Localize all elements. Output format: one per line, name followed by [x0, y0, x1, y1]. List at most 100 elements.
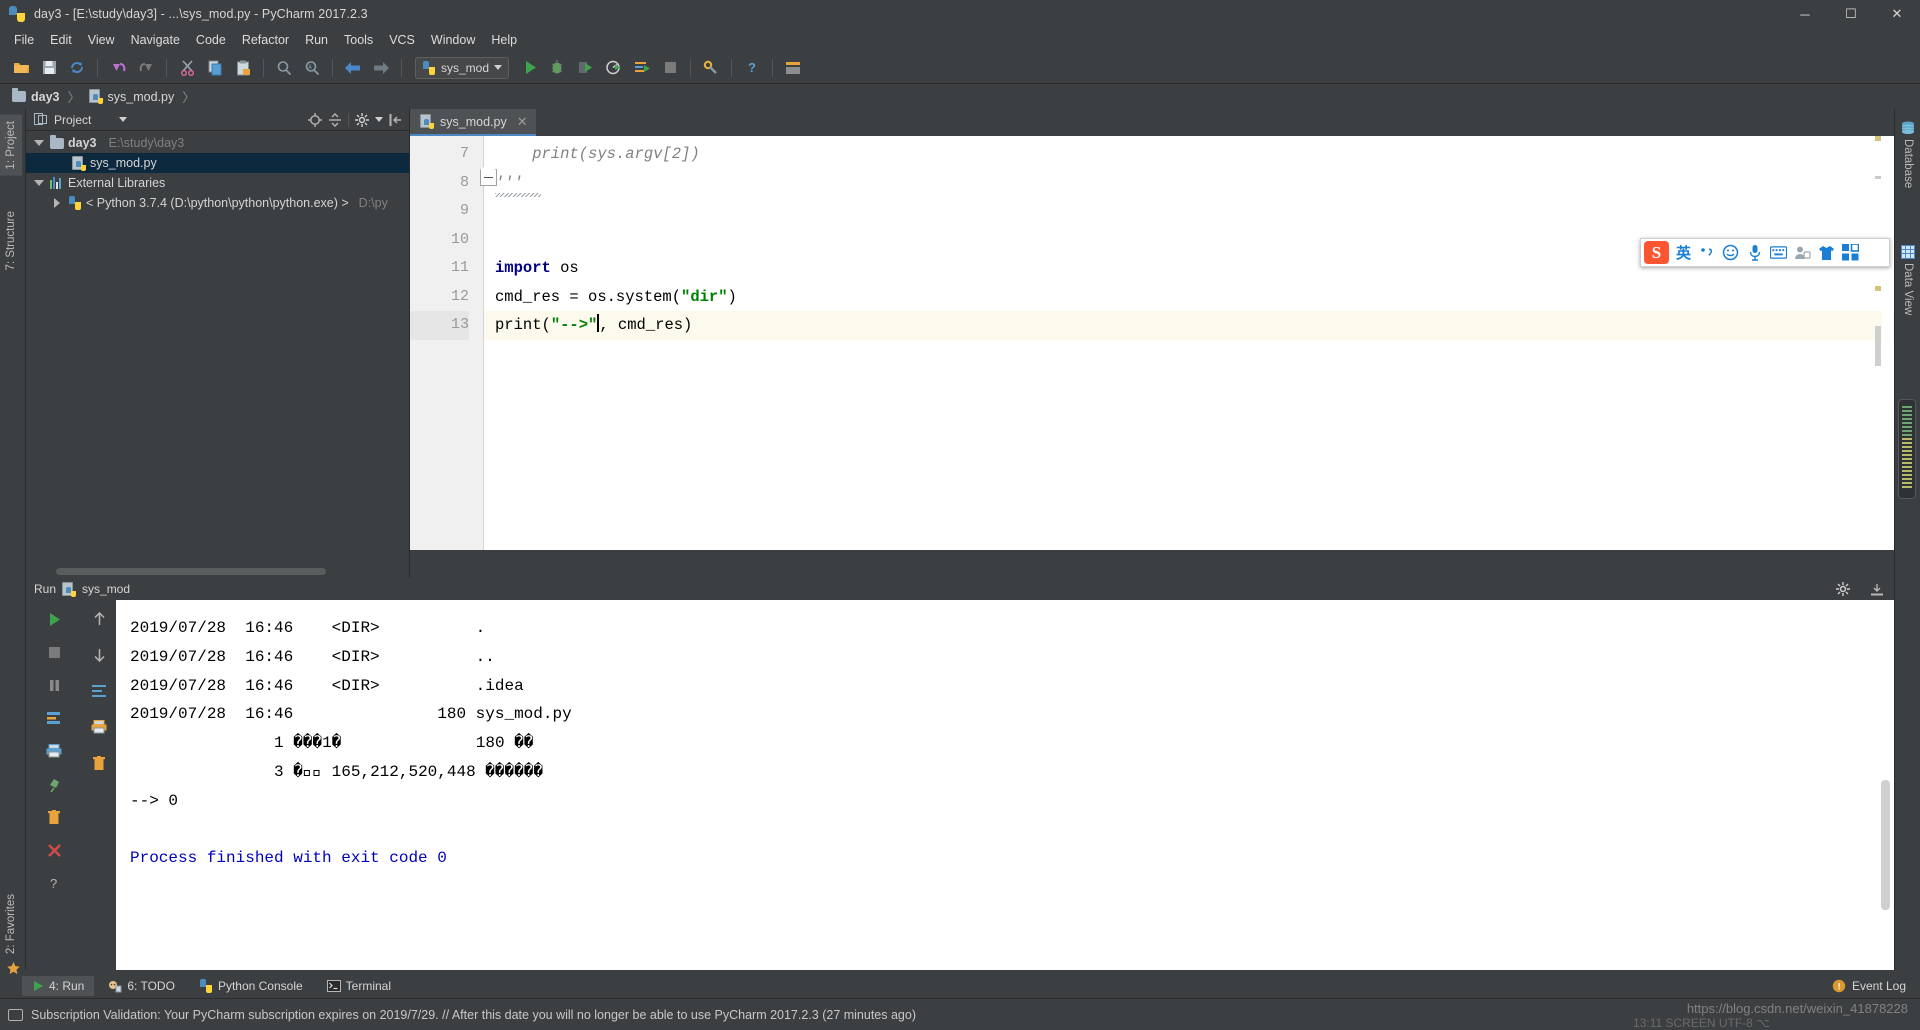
stop-icon[interactable] [657, 55, 683, 81]
soft-wrap-icon[interactable] [88, 680, 110, 702]
event-log-button[interactable]: ! Event Log [1832, 979, 1920, 993]
replace-icon[interactable]: A [299, 55, 325, 81]
menu-help[interactable]: Help [483, 30, 525, 50]
pause-icon[interactable] [43, 674, 65, 696]
breadcrumb-item-file[interactable]: sys_mod.py [85, 87, 179, 106]
menu-refactor[interactable]: Refactor [234, 30, 297, 50]
code-fold-marker[interactable] [480, 164, 497, 186]
rerun-icon[interactable] [629, 55, 655, 81]
print-icon[interactable] [43, 740, 65, 762]
print-console-icon[interactable] [88, 716, 110, 738]
close-icon[interactable]: ✕ [517, 114, 528, 130]
emoji-icon[interactable] [1722, 244, 1739, 261]
run-icon[interactable] [517, 55, 543, 81]
tree-row-sys-mod[interactable]: sys_mod.py [26, 153, 409, 173]
restart-icon[interactable] [43, 707, 65, 729]
coverage-icon[interactable] [573, 55, 599, 81]
editor-tab-sys-mod[interactable]: sys_mod.py ✕ [410, 109, 536, 136]
menu-run[interactable]: Run [297, 30, 336, 50]
maximize-button[interactable]: ☐ [1828, 0, 1874, 28]
sogou-logo-icon[interactable]: S [1644, 241, 1669, 264]
more-icon[interactable] [780, 55, 806, 81]
tree-row-day3[interactable]: day3 E:\study\day3 [26, 133, 409, 153]
sidebar-item-dataview[interactable]: Data View [1896, 239, 1920, 321]
chevron-down-icon[interactable] [375, 117, 383, 122]
menu-code[interactable]: Code [188, 30, 234, 50]
save-icon[interactable] [36, 55, 62, 81]
tab-terminal[interactable]: Terminal [317, 976, 401, 996]
locate-icon[interactable] [308, 112, 322, 127]
profile-icon[interactable] [601, 55, 627, 81]
scroll-up-icon[interactable] [88, 608, 110, 630]
run-icon[interactable] [43, 608, 65, 630]
microphone-icon[interactable] [1746, 244, 1763, 261]
code-text-area[interactable]: print(sys.argv[2]) ''' import os cmd_res… [480, 136, 1894, 550]
editor-error-stripe[interactable] [1875, 136, 1881, 550]
collapse-all-icon[interactable] [328, 112, 342, 127]
stop-icon[interactable] [43, 641, 65, 663]
sidebar-item-favorites[interactable]: 2: Favorites [0, 888, 22, 960]
tab-todo[interactable]: 6: TODO [98, 976, 185, 996]
trash-icon[interactable] [43, 806, 65, 828]
chevron-right-icon[interactable] [50, 198, 64, 208]
redo-icon[interactable] [133, 55, 159, 81]
menu-tools[interactable]: Tools [336, 30, 381, 50]
help-icon[interactable]: ? [43, 872, 65, 894]
tab-python-console[interactable]: Python Console [189, 976, 313, 996]
code-editor[interactable]: 7 8 9 10 11 12 13 print(sys.argv[2]) '''… [410, 136, 1894, 550]
ime-mode-label[interactable]: 英 [1676, 242, 1691, 263]
line-number: 13 [410, 311, 469, 340]
open-folder-icon[interactable] [8, 55, 34, 81]
tree-row-external-libraries[interactable]: External Libraries [26, 173, 409, 193]
tab-run[interactable]: 4: Run [22, 976, 95, 996]
user-icon[interactable] [1794, 245, 1811, 260]
settings-icon[interactable] [698, 55, 724, 81]
scroll-down-icon[interactable] [88, 644, 110, 666]
sidebar-item-project[interactable]: 1: Project [0, 115, 22, 176]
menu-vcs[interactable]: VCS [381, 30, 423, 50]
menu-view[interactable]: View [80, 30, 123, 50]
apps-icon[interactable] [1842, 244, 1860, 261]
copy-icon[interactable] [202, 55, 228, 81]
back-icon[interactable] [340, 55, 366, 81]
chevron-down-icon[interactable] [119, 117, 128, 122]
run-configuration-selector[interactable]: sys_mod [415, 56, 510, 79]
ime-toolbar[interactable]: S 英 [1640, 238, 1890, 267]
project-horizontal-scrollbar[interactable] [56, 568, 326, 575]
breadcrumb-item-day3[interactable]: day3 [8, 88, 64, 106]
sidebar-item-database[interactable]: Database [1896, 115, 1920, 194]
run-console-output[interactable]: 2019/07/28 16:46 <DIR> . 2019/07/28 16:4… [116, 600, 1894, 970]
chevron-down-icon[interactable] [32, 180, 46, 186]
close-button[interactable]: ✕ [1874, 0, 1920, 28]
hide-icon[interactable] [389, 113, 403, 127]
minimize-button[interactable]: ─ [1782, 0, 1828, 28]
keyboard-icon[interactable] [1770, 246, 1788, 259]
chevron-down-icon[interactable] [32, 140, 46, 146]
undo-icon[interactable] [105, 55, 131, 81]
sync-icon[interactable] [64, 55, 90, 81]
code-token: "-->" [550, 316, 598, 334]
gear-icon[interactable] [355, 112, 369, 127]
menu-window[interactable]: Window [423, 30, 483, 50]
menu-navigate[interactable]: Navigate [123, 30, 188, 50]
gear-icon[interactable] [1836, 582, 1850, 596]
left-tool-strip: 1: Project 7: Structure 2: Favorites [0, 109, 26, 974]
help-icon[interactable]: ? [739, 55, 765, 81]
menu-file[interactable]: File [6, 30, 42, 50]
menu-edit[interactable]: Edit [42, 30, 80, 50]
skin-icon[interactable] [1818, 245, 1835, 261]
debug-icon[interactable] [545, 55, 571, 81]
sidebar-item-structure[interactable]: 7: Structure [0, 205, 22, 276]
punctuation-icon[interactable] [1698, 246, 1715, 260]
editor-vertical-scrollbar[interactable] [1882, 136, 1893, 550]
forward-icon[interactable] [368, 55, 394, 81]
paste-icon[interactable] [230, 55, 256, 81]
hide-icon[interactable] [1870, 582, 1884, 596]
tree-row-python-interpreter[interactable]: < Python 3.7.4 (D:\python\python\python.… [26, 193, 409, 213]
find-icon[interactable] [271, 55, 297, 81]
cut-icon[interactable] [174, 55, 200, 81]
close-icon[interactable] [43, 839, 65, 861]
pin-icon[interactable] [43, 773, 65, 795]
console-vertical-scrollbar[interactable] [1881, 780, 1890, 910]
trash-console-icon[interactable] [88, 752, 110, 774]
